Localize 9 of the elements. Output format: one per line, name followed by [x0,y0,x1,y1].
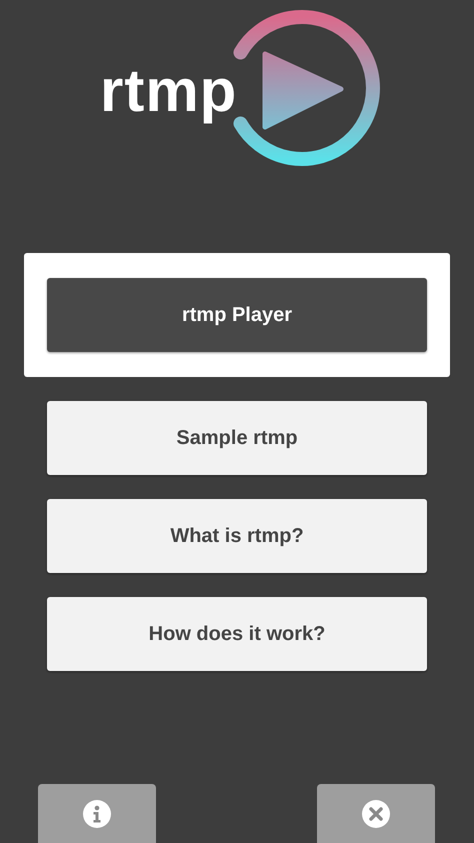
menu-button[interactable]: rtmp Player [47,278,427,352]
menu-button[interactable]: Sample rtmp [47,401,427,475]
info-button[interactable] [38,784,156,843]
info-icon [83,800,111,828]
close-icon [362,800,390,828]
menu-button[interactable]: How does it work? [47,597,427,671]
close-button[interactable] [317,784,435,843]
logo-text: rtmp [100,56,238,124]
menu-button[interactable]: What is rtmp? [47,499,427,573]
